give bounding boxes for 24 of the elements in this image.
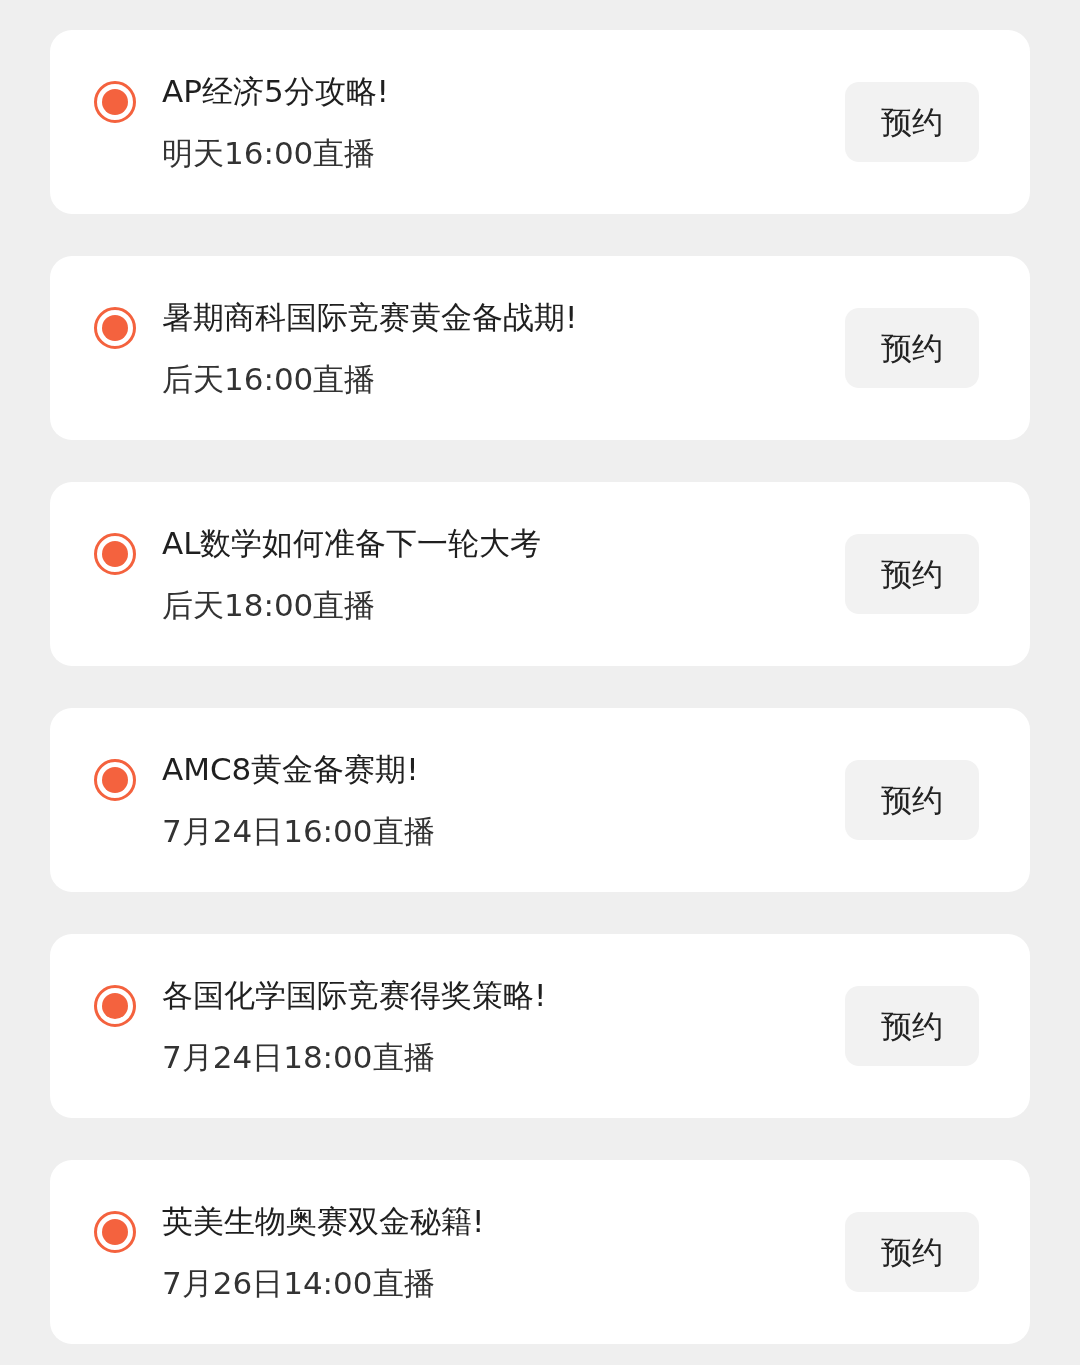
event-time: 后天16:00直播 bbox=[162, 360, 377, 399]
event-time: 7月24日16:00直播 bbox=[162, 812, 436, 851]
event-time: 7月26日14:00直播 bbox=[162, 1264, 436, 1303]
reserve-button[interactable]: 预约 bbox=[845, 308, 979, 388]
live-indicator-icon bbox=[93, 984, 137, 1028]
live-indicator-icon bbox=[93, 306, 137, 350]
live-indicator-icon bbox=[93, 80, 137, 124]
event-time: 明天16:00直播 bbox=[162, 134, 377, 173]
event-time: 后天18:00直播 bbox=[162, 586, 377, 625]
reserve-button[interactable]: 预约 bbox=[845, 1212, 979, 1292]
live-indicator-icon bbox=[93, 758, 137, 802]
event-title: 暑期商科国际竞赛黄金备战期! bbox=[162, 298, 579, 337]
live-indicator-icon bbox=[93, 532, 137, 576]
event-title: 英美生物奥赛双金秘籍! bbox=[162, 1202, 486, 1241]
event-title: AL数学如何准备下一轮大考 bbox=[162, 524, 543, 563]
event-title: 各国化学国际竞赛得奖策略! bbox=[162, 976, 548, 1015]
live-indicator-icon bbox=[93, 1210, 137, 1254]
event-title: AP经济5分攻略! bbox=[162, 72, 391, 111]
reserve-button[interactable]: 预约 bbox=[845, 760, 979, 840]
event-title: AMC8黄金备赛期! bbox=[162, 750, 420, 789]
reserve-button[interactable]: 预约 bbox=[845, 82, 979, 162]
event-time: 7月24日18:00直播 bbox=[162, 1038, 436, 1077]
reserve-button[interactable]: 预约 bbox=[845, 534, 979, 614]
reserve-button[interactable]: 预约 bbox=[845, 986, 979, 1066]
